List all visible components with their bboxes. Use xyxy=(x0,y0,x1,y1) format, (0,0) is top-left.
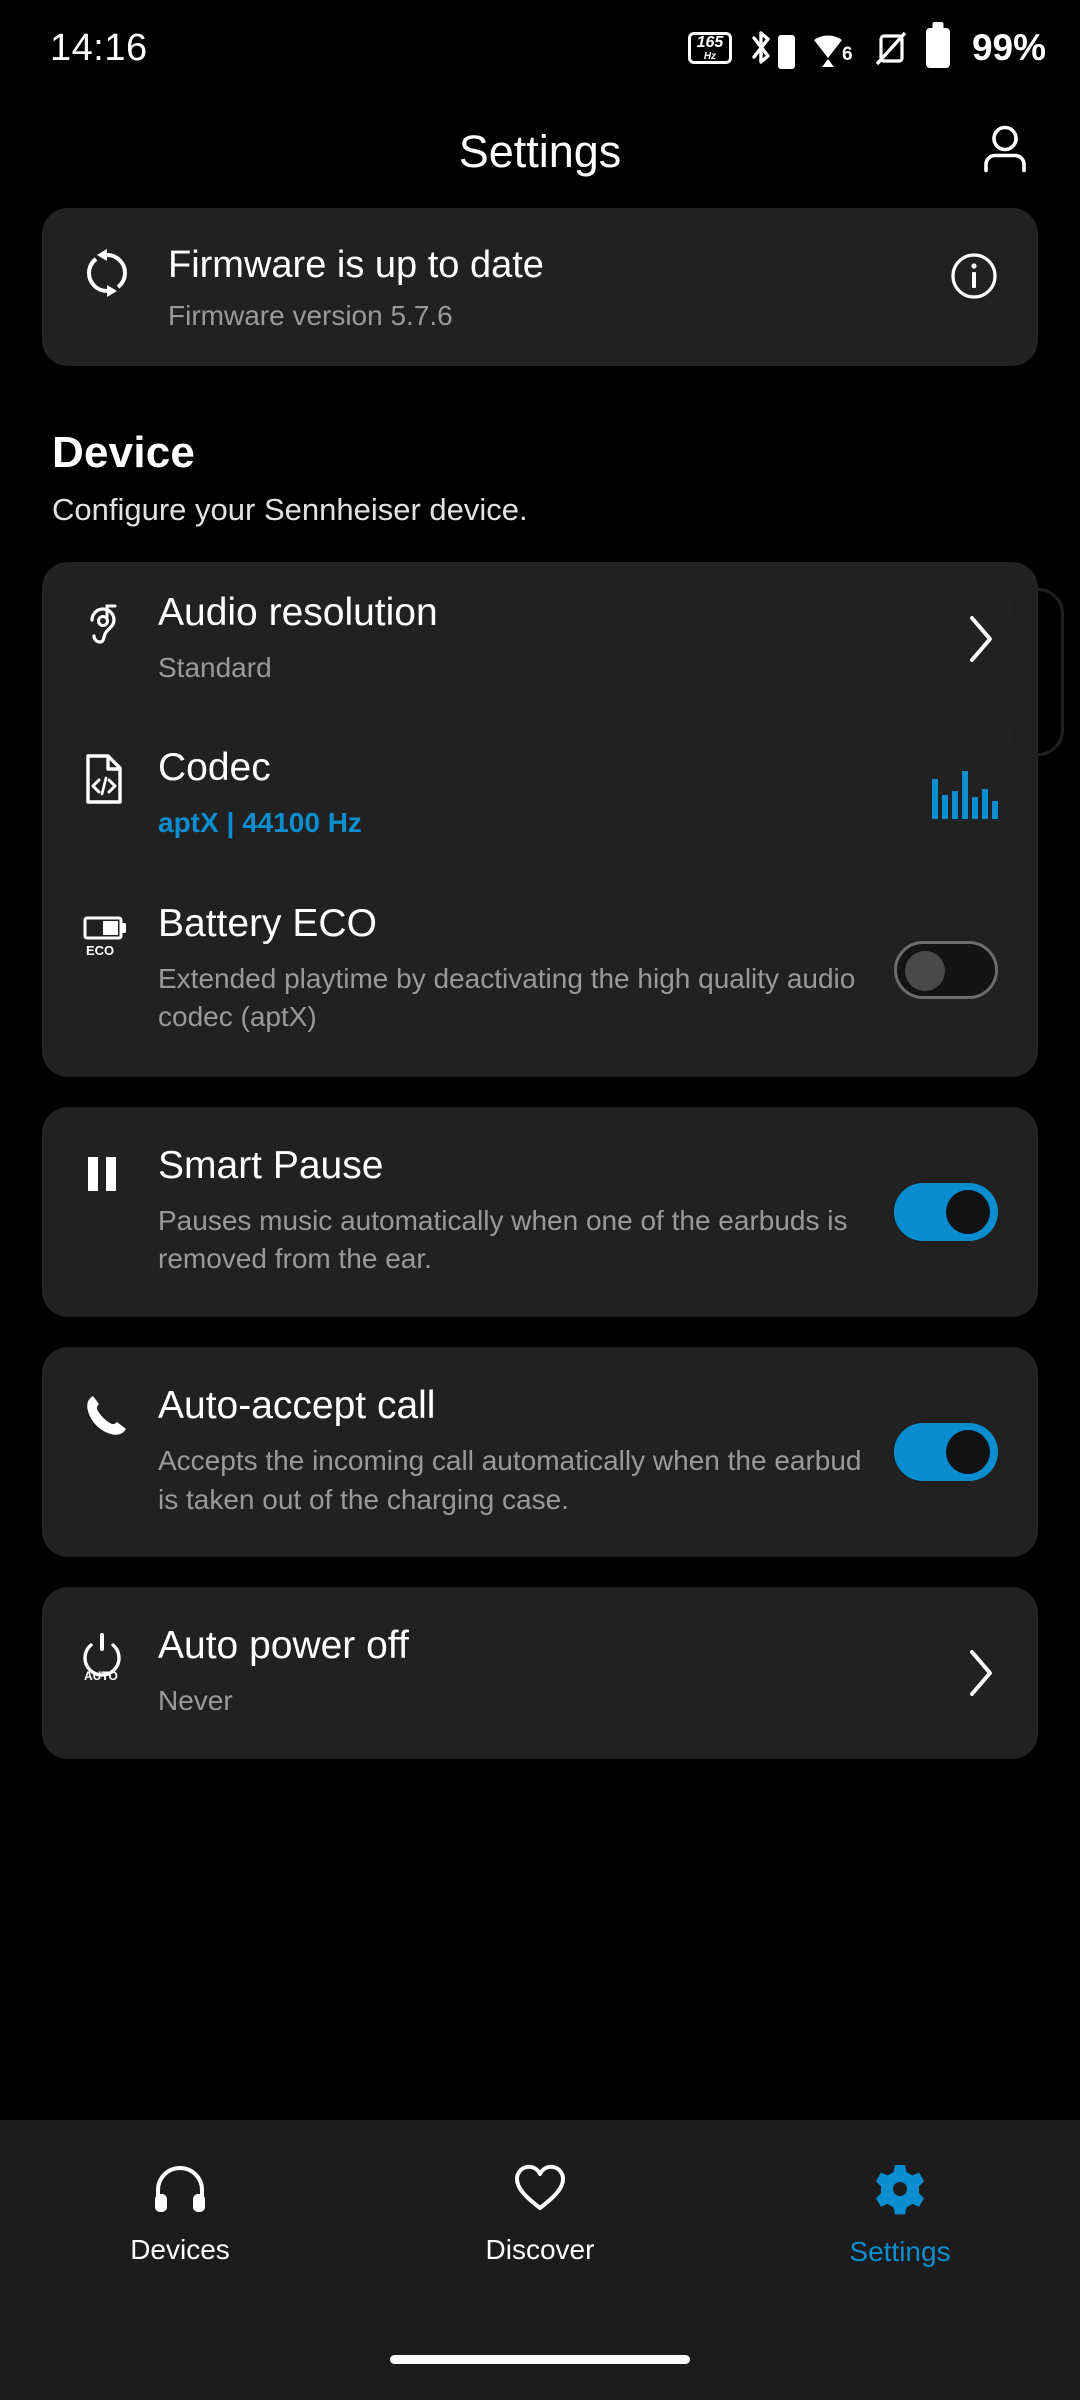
device-section-title: Device xyxy=(52,427,196,477)
sync-icon xyxy=(82,244,168,303)
bluetooth-icon xyxy=(752,31,770,64)
firmware-version: Firmware version 5.7.6 xyxy=(168,299,453,331)
refresh-rate-unit: Hz xyxy=(703,50,717,62)
nav-item-discover[interactable]: Discover xyxy=(360,2162,720,2266)
home-indicator[interactable] xyxy=(390,2355,690,2364)
smart-pause-title: Smart Pause xyxy=(158,1143,384,1187)
app-bar: Settings xyxy=(0,96,1080,208)
device-settings-card: Audio resolution Standard Codec aptX | 4… xyxy=(42,561,1064,1077)
nav-label-discover: Discover xyxy=(485,2234,595,2265)
auto-accept-call-description: Accepts the incoming call automatically … xyxy=(158,1444,862,1515)
phone-icon xyxy=(82,1385,158,1444)
codec-equalizer-indicator xyxy=(932,770,998,819)
refresh-rate-value: 165 xyxy=(696,33,724,51)
bottom-navigation: Devices Discover Settings xyxy=(0,2120,1080,2400)
status-bar: 14:16 165 Hz 6 99% xyxy=(0,0,1080,96)
bluetooth-battery-icon xyxy=(777,35,795,69)
card-auto-power-off[interactable]: AUTO Auto power off Never xyxy=(42,1587,1038,1759)
nav-item-settings[interactable]: Settings xyxy=(720,2162,1080,2268)
status-icons: 165 Hz 6 99% xyxy=(687,27,1046,69)
auto-power-icon: AUTO xyxy=(82,1625,158,1688)
codec-file-icon xyxy=(82,747,158,810)
toggle-knob xyxy=(946,1430,990,1475)
firmware-info-button[interactable] xyxy=(950,244,998,305)
smart-pause-description: Pauses music automatically when one of t… xyxy=(158,1204,848,1275)
toggle-knob xyxy=(905,950,945,991)
vibrate-off-icon xyxy=(875,31,907,66)
auto-power-off-chevron[interactable] xyxy=(964,1646,998,1700)
battery-eco-title: Battery ECO xyxy=(158,901,377,945)
battery-icon xyxy=(925,28,950,68)
battery-eco-icon: ECO xyxy=(82,903,158,964)
battery-percent: 99% xyxy=(971,27,1046,68)
battery-eco-icon-label: ECO xyxy=(86,943,114,958)
equalizer-icon xyxy=(932,770,998,819)
ear-audio-icon xyxy=(82,592,158,653)
device-section-header: Device Configure your Sennheiser device. xyxy=(52,428,1038,528)
status-time: 14:16 xyxy=(50,26,148,69)
heart-icon xyxy=(514,2164,566,2210)
wifi-6-icon: 6 xyxy=(813,35,853,67)
auto-power-off-value: Never xyxy=(158,1685,233,1717)
auto-power-icon-label: AUTO xyxy=(84,1669,118,1683)
account-button[interactable] xyxy=(978,125,1032,180)
auto-power-off-title: Auto power off xyxy=(158,1624,409,1668)
nav-label-settings: Settings xyxy=(849,2236,951,2267)
gear-icon xyxy=(876,2165,924,2215)
codec-value: aptX | 44100 Hz xyxy=(158,807,362,839)
codec-title: Codec xyxy=(158,746,271,790)
firmware-status-card[interactable]: Firmware is up to date Firmware version … xyxy=(42,208,1038,366)
row-auto-power-off[interactable]: AUTO Auto power off Never xyxy=(42,1587,1038,1759)
auto-accept-call-title: Auto-accept call xyxy=(158,1384,436,1427)
bluetooth-group xyxy=(749,27,795,69)
info-icon xyxy=(951,253,997,299)
row-audio-resolution[interactable]: Audio resolution Standard xyxy=(42,562,1038,718)
headphones-icon xyxy=(155,2166,205,2212)
row-codec[interactable]: Codec aptX | 44100 Hz xyxy=(42,717,1038,873)
edge-peek-card xyxy=(1012,587,1064,756)
nav-item-devices[interactable]: Devices xyxy=(0,2162,360,2266)
audio-resolution-value: Standard xyxy=(158,651,272,683)
nav-label-devices: Devices xyxy=(130,2234,230,2265)
card-auto-accept-call[interactable]: Auto-accept call Accepts the incoming ca… xyxy=(42,1347,1038,1558)
device-section-subtitle: Configure your Sennheiser device. xyxy=(52,491,528,527)
row-smart-pause[interactable]: Smart Pause Pauses music automatically w… xyxy=(42,1107,1038,1317)
page-title: Settings xyxy=(458,126,622,177)
card-smart-pause[interactable]: Smart Pause Pauses music automatically w… xyxy=(42,1106,1038,1317)
battery-eco-description: Extended playtime by deactivating the hi… xyxy=(158,962,856,1033)
settings-scroll-area[interactable]: Firmware is up to date Firmware version … xyxy=(0,208,1080,2138)
refresh-rate-icon: 165 Hz xyxy=(687,32,732,64)
svg-text:6: 6 xyxy=(842,44,853,65)
person-icon xyxy=(984,125,1026,173)
auto-accept-call-toggle[interactable] xyxy=(894,1423,998,1482)
chevron-right-icon xyxy=(970,616,992,663)
settings-content: Firmware is up to date Firmware version … xyxy=(0,208,1080,1759)
row-auto-accept-call[interactable]: Auto-accept call Accepts the incoming ca… xyxy=(42,1347,1038,1557)
audio-resolution-chevron[interactable] xyxy=(964,612,998,666)
audio-resolution-title: Audio resolution xyxy=(158,590,438,634)
firmware-title: Firmware is up to date xyxy=(168,244,544,286)
battery-eco-toggle[interactable] xyxy=(894,940,998,999)
chevron-right-icon xyxy=(970,1649,992,1696)
toggle-knob xyxy=(946,1189,990,1234)
row-battery-eco[interactable]: ECO Battery ECO Extended playtime by dea… xyxy=(42,873,1038,1077)
pause-icon xyxy=(82,1145,158,1202)
smart-pause-toggle[interactable] xyxy=(894,1182,998,1241)
